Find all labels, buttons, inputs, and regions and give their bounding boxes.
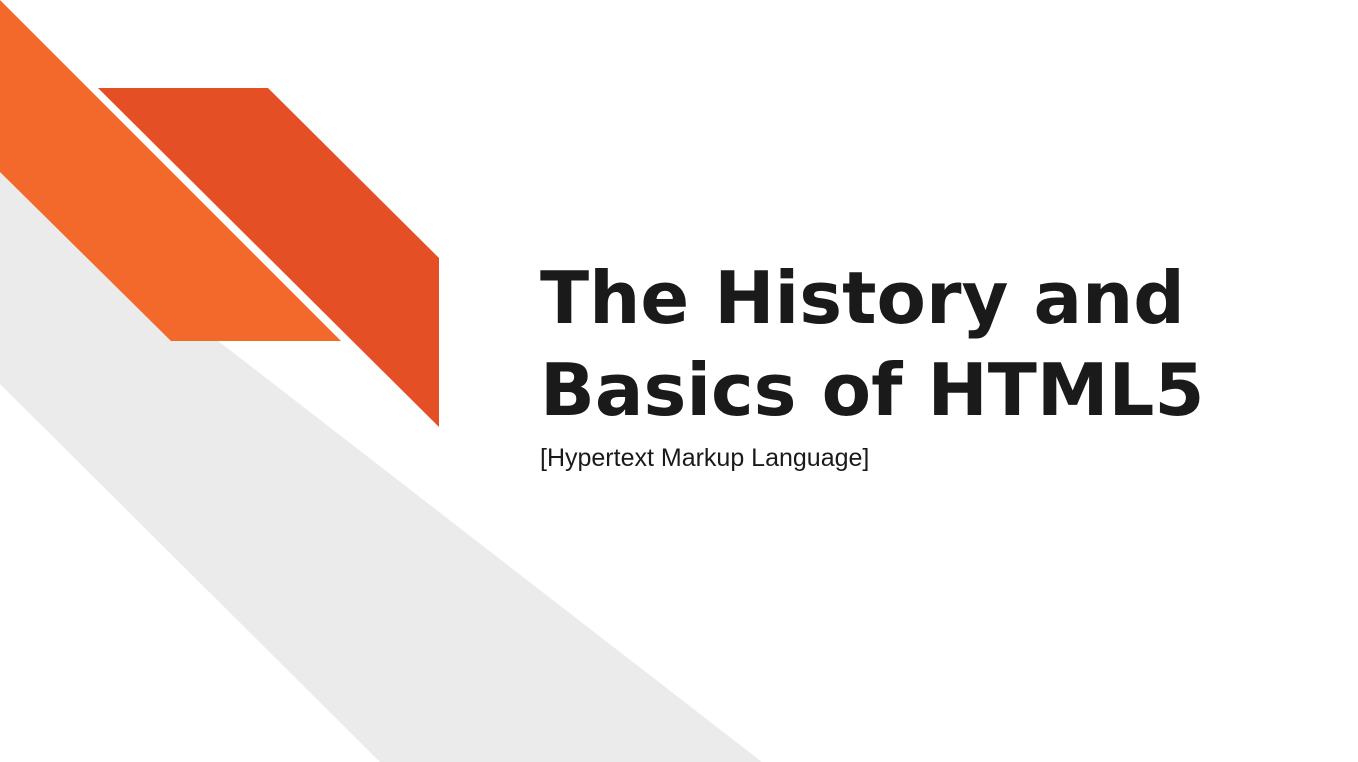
slide-title: The History and Basics of HTML5 (540, 252, 1320, 436)
slide-title-line-1: The History and (540, 256, 1185, 340)
title-block: The History and Basics of HTML5 [Hyperte… (540, 252, 1320, 474)
slide: The History and Basics of HTML5 [Hyperte… (0, 0, 1358, 762)
slide-subtitle: [Hypertext Markup Language] (540, 444, 870, 472)
slide-title-line-2: Basics of HTML5 (540, 348, 1205, 432)
